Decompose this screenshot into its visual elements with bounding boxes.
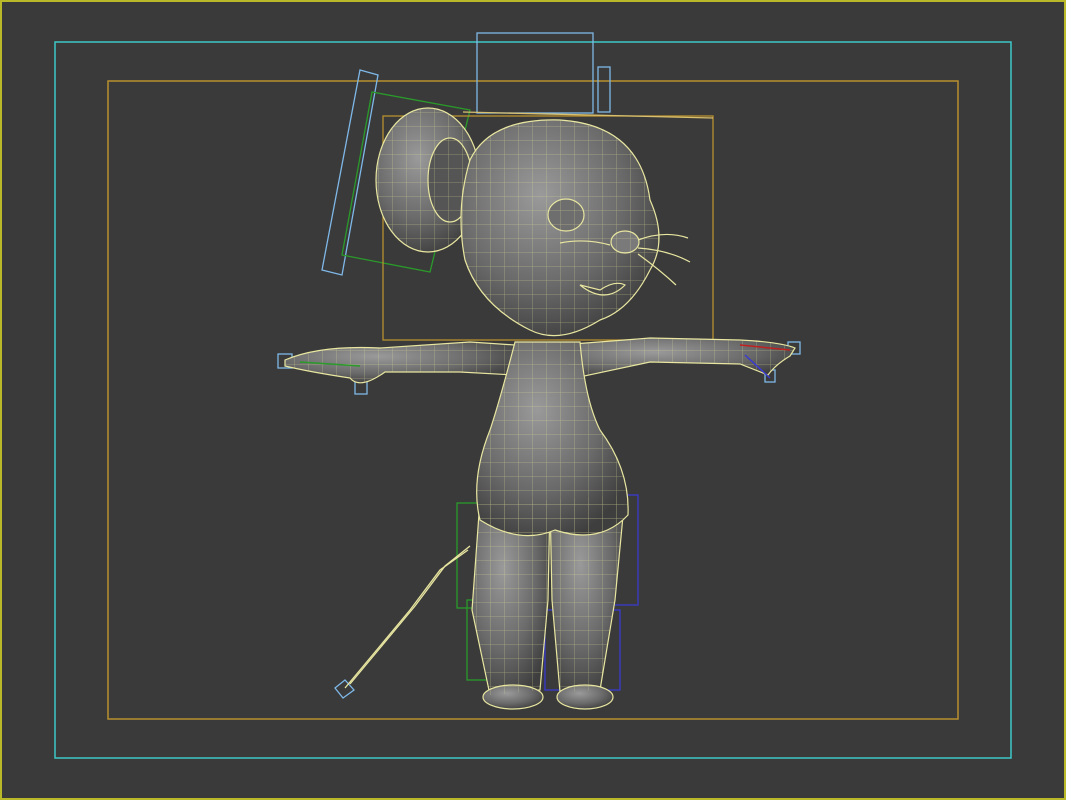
- 3d-viewport[interactable]: [0, 0, 1066, 800]
